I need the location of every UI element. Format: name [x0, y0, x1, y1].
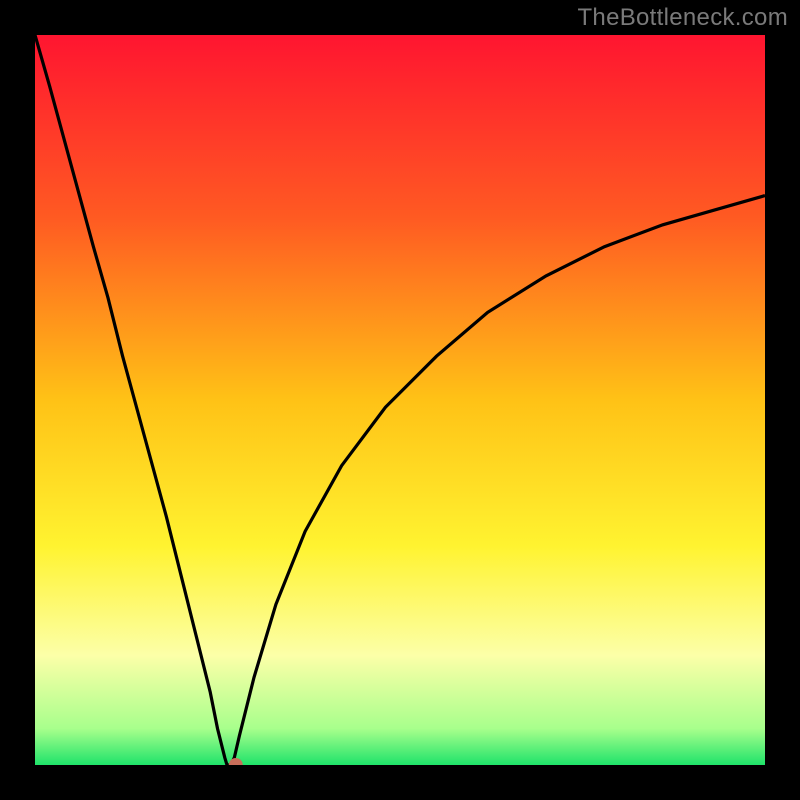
chart-svg — [35, 35, 765, 765]
chart-frame: TheBottleneck.com — [0, 0, 800, 800]
watermark-text: TheBottleneck.com — [577, 4, 788, 32]
chart-background-gradient — [35, 35, 765, 765]
chart-plot-area — [35, 35, 765, 765]
